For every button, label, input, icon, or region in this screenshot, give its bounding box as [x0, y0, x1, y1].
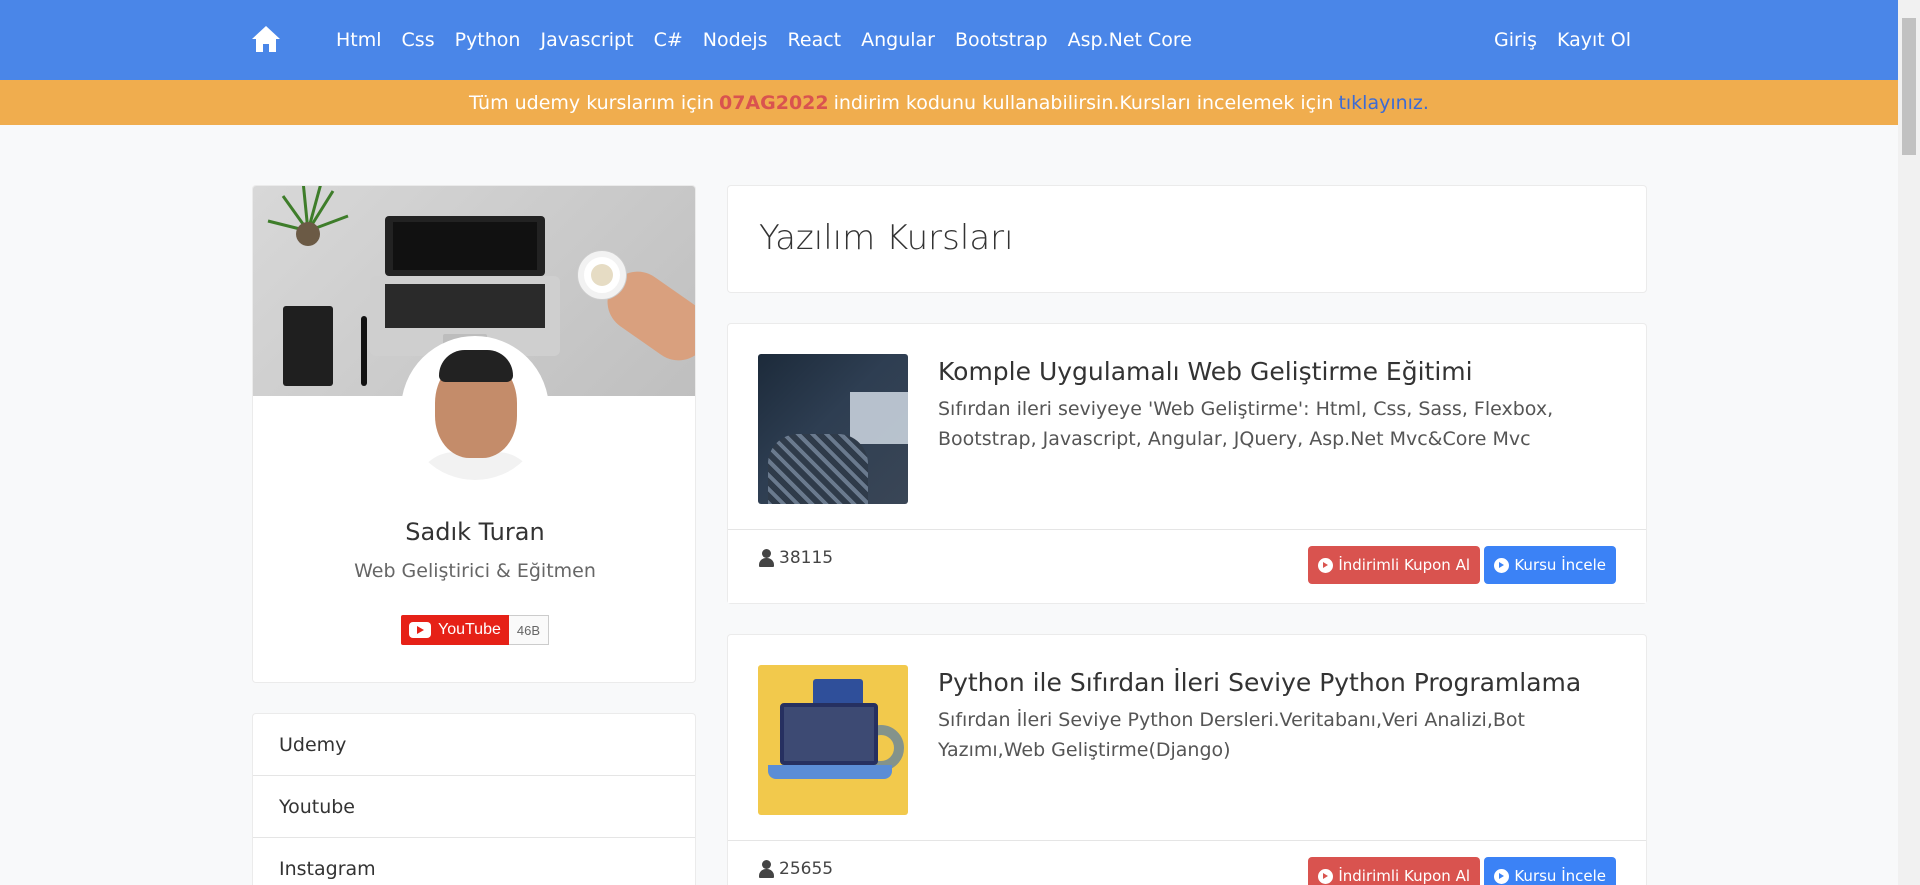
nav-auth: Giriş Kayıt Ol — [1484, 0, 1641, 80]
student-count: 38115 — [759, 548, 833, 568]
student-count: 25655 — [759, 859, 833, 879]
student-count-value: 38115 — [779, 548, 834, 568]
nav-link-html[interactable]: Html — [326, 29, 392, 51]
scrollbar-thumb[interactable] — [1902, 18, 1916, 155]
youtube-subscriber-count: 46B — [508, 615, 550, 645]
plant-decoration — [267, 186, 349, 246]
nav-link-bootstrap[interactable]: Bootstrap — [945, 29, 1058, 51]
coffee-cup-decoration — [578, 251, 626, 299]
nav-link-aspnet-core[interactable]: Asp.Net Core — [1058, 29, 1202, 51]
youtube-play-icon — [409, 622, 431, 638]
chevron-circle-right-icon — [1318, 868, 1334, 884]
page-title: Yazılım Kursları — [759, 218, 1014, 258]
youtube-subscribe: YouTube 46B — [401, 615, 550, 645]
youtube-button[interactable]: YouTube — [401, 615, 509, 645]
chevron-circle-right-icon — [1494, 557, 1510, 573]
nav-link-csharp[interactable]: C# — [644, 29, 693, 51]
coupon-code: 07AG2022 — [718, 91, 829, 114]
coupon-button-label: İndirimli Kupon Al — [1338, 867, 1470, 885]
view-course-button[interactable]: Kursu İncele — [1484, 546, 1616, 584]
student-count-value: 25655 — [779, 859, 834, 879]
nav-link-python[interactable]: Python — [445, 29, 531, 51]
course-footer: 38115 İndirimli Kupon Al Kursu İncele — [728, 529, 1646, 603]
coupon-button[interactable]: İndirimli Kupon Al — [1308, 857, 1480, 885]
user-icon — [759, 860, 774, 878]
page-scrollbar[interactable] — [1898, 0, 1920, 885]
menu-item-udemy[interactable]: Udemy — [253, 714, 695, 776]
pen-decoration — [361, 316, 367, 386]
nav-link-nodejs[interactable]: Nodejs — [693, 29, 778, 51]
coupon-button-label: İndirimli Kupon Al — [1338, 556, 1470, 574]
menu-item-instagram[interactable]: Instagram — [253, 838, 695, 885]
chevron-circle-right-icon — [1494, 868, 1510, 884]
profile-name: Sadık Turan — [405, 518, 545, 546]
login-link[interactable]: Giriş — [1484, 29, 1547, 51]
profile-title: Web Geliştirici & Eğitmen — [354, 560, 596, 582]
notebook-decoration — [283, 306, 333, 386]
view-course-button[interactable]: Kursu İncele — [1484, 857, 1616, 885]
banner-prefix: Tüm udemy kurslarım için — [469, 91, 714, 114]
view-course-button-label: Kursu İncele — [1514, 556, 1606, 574]
nav-links: Html Css Python Javascript C# Nodejs Rea… — [326, 0, 1202, 80]
course-card: Komple Uygulamalı Web Geliştirme Eğitimi… — [727, 323, 1647, 604]
laptop-decoration — [370, 216, 560, 356]
nav-link-css[interactable]: Css — [392, 29, 445, 51]
top-navbar: Html Css Python Javascript C# Nodejs Rea… — [0, 0, 1898, 80]
course-title[interactable]: Python ile Sıfırdan İleri Seviye Python … — [938, 668, 1581, 697]
chevron-circle-right-icon — [1318, 557, 1334, 573]
course-description: Sıfırdan ileri seviyeye 'Web Geliştirme'… — [938, 398, 1554, 450]
nav-link-angular[interactable]: Angular — [851, 29, 945, 51]
social-menu: Udemy Youtube Instagram — [252, 713, 696, 885]
banner-middle: indirim kodunu kullanabilirsin.Kursları … — [833, 91, 1334, 114]
promo-banner: Tüm udemy kurslarım için 07AG2022 indiri… — [0, 80, 1898, 125]
banner-link[interactable]: tıklayınız. — [1338, 92, 1429, 114]
user-icon — [759, 549, 774, 567]
nav-link-react[interactable]: React — [778, 29, 852, 51]
course-description: Sıfırdan İleri Seviye Python Dersleri.Ve… — [938, 709, 1525, 761]
course-card: Python ile Sıfırdan İleri Seviye Python … — [727, 634, 1647, 885]
course-title[interactable]: Komple Uygulamalı Web Geliştirme Eğitimi — [938, 357, 1473, 386]
course-image[interactable] — [758, 665, 908, 815]
page-title-card: Yazılım Kursları — [727, 185, 1647, 293]
home-icon[interactable] — [250, 24, 282, 54]
nav-link-javascript[interactable]: Javascript — [530, 29, 643, 51]
register-link[interactable]: Kayıt Ol — [1547, 29, 1641, 51]
profile-card: Sadık Turan Web Geliştirici & Eğitmen Yo… — [252, 185, 696, 683]
coupon-button[interactable]: İndirimli Kupon Al — [1308, 546, 1480, 584]
menu-item-youtube[interactable]: Youtube — [253, 776, 695, 838]
youtube-label: YouTube — [438, 621, 501, 638]
course-footer: 25655 İndirimli Kupon Al Kursu İncele — [728, 840, 1646, 885]
course-image[interactable] — [758, 354, 908, 504]
view-course-button-label: Kursu İncele — [1514, 867, 1606, 885]
avatar — [401, 336, 549, 484]
